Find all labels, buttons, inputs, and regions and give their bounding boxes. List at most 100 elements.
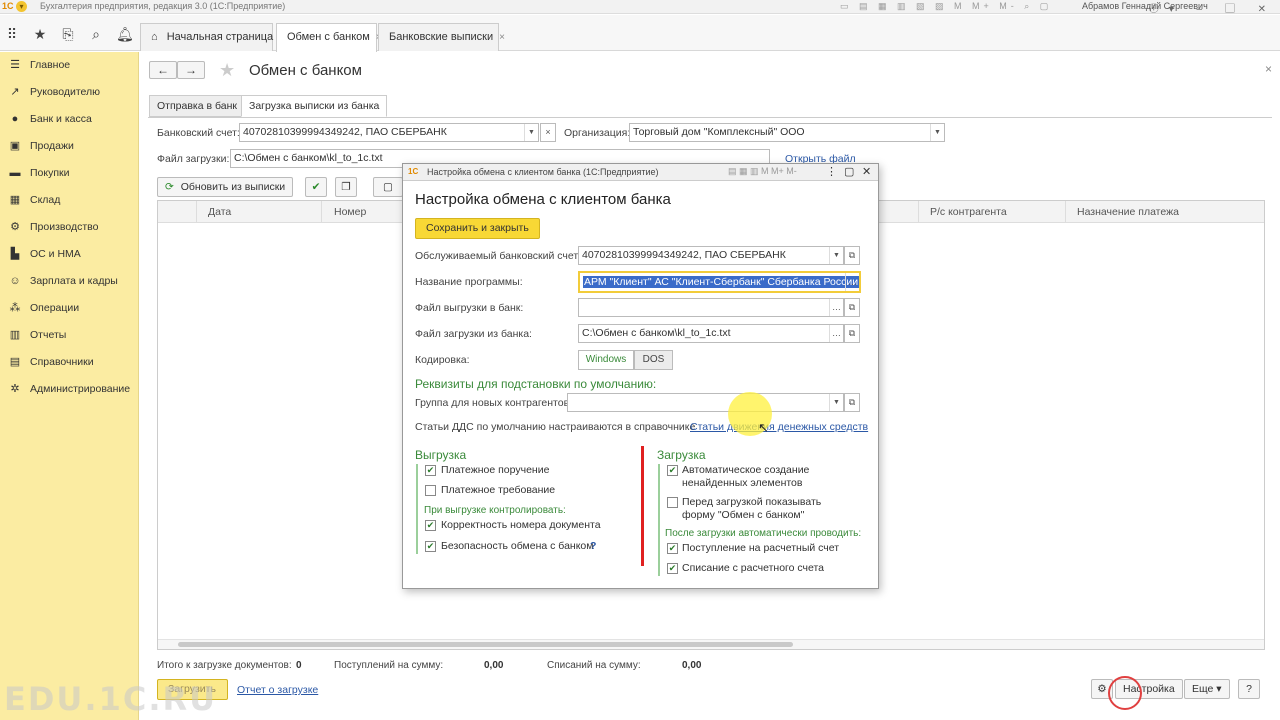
save-close-button[interactable]: Сохранить и закрыть bbox=[415, 218, 540, 239]
sidebar-item-label: Руководителю bbox=[30, 86, 101, 98]
open-icon[interactable]: ⧉ bbox=[844, 324, 860, 343]
sidebar-item-reports[interactable]: ▥ Отчеты bbox=[8, 326, 67, 344]
total-docs-label: Итого к загрузке документов: bbox=[157, 660, 292, 671]
checkbox-exchange-security[interactable]: ✔ bbox=[425, 541, 436, 552]
ellipsis-icon[interactable]: … bbox=[829, 299, 843, 316]
column-purpose[interactable]: Назначение платежа bbox=[1077, 206, 1179, 218]
organization-field[interactable]: Торговый дом "Комплексный" ООО ▼ bbox=[629, 123, 945, 142]
refresh-from-statement-button[interactable]: ⟳ Обновить из выписки bbox=[157, 177, 294, 197]
window-titlebar: 1С ▾ Бухгалтерия предприятия, редакция 3… bbox=[0, 0, 1280, 15]
search-icon[interactable]: ⌕ bbox=[88, 26, 104, 42]
more-button[interactable]: Еще ▾ bbox=[1184, 679, 1230, 699]
column-number[interactable]: Номер bbox=[334, 206, 366, 218]
dialog-toolbar-icons[interactable]: ▤ ▦ ▥ M M+ M- bbox=[728, 166, 797, 177]
close-icon[interactable]: × bbox=[499, 32, 505, 43]
sidebar-item-warehouse[interactable]: ▦ Склад bbox=[8, 191, 61, 209]
served-account-value: 40702810399994349242, ПАО СБЕРБАНК bbox=[582, 249, 786, 261]
partial-button[interactable]: ▢ bbox=[373, 177, 403, 197]
sidebar-item-main[interactable]: ☰ Главное bbox=[8, 56, 70, 74]
horizontal-scrollbar[interactable] bbox=[158, 639, 1264, 649]
main-menu-dropdown-icon[interactable]: ▾ bbox=[16, 1, 27, 12]
column-divider bbox=[918, 201, 919, 223]
clear-icon[interactable]: × bbox=[540, 123, 556, 142]
dropdown-arrow-icon[interactable]: ▼ bbox=[829, 247, 843, 264]
menu-icon: ☰ bbox=[10, 59, 20, 71]
import-file-field[interactable]: C:\Обмен с банком\kl_to_1c.txt … bbox=[578, 324, 844, 343]
sidebar-item-salary[interactable]: ☺ Зарплата и кадры bbox=[8, 272, 117, 290]
refresh-button-label: Обновить из выписки bbox=[180, 181, 286, 193]
export-file-label: Файл выгрузки в банк: bbox=[415, 302, 524, 314]
sidebar-item-manager[interactable]: ↗ Руководителю bbox=[8, 83, 100, 101]
dds-link[interactable]: Статьи движения денежных средств bbox=[690, 421, 868, 433]
dropdown-arrow-icon[interactable]: ▼ bbox=[930, 124, 944, 141]
checkbox-auto-create[interactable]: ✔ bbox=[667, 465, 678, 476]
income-value: 0,00 bbox=[484, 660, 504, 671]
total-docs-value: 0 bbox=[296, 660, 302, 671]
open-icon[interactable]: ⧉ bbox=[844, 246, 860, 265]
checkbox-doc-number-check[interactable]: ✔ bbox=[425, 520, 436, 531]
sidebar-item-sales[interactable]: ▣ Продажи bbox=[8, 137, 74, 155]
checkbox-auto-writeoff[interactable]: ✔ bbox=[667, 563, 678, 574]
load-report-link[interactable]: Отчет о загрузке bbox=[237, 684, 318, 696]
titlebar-toolbar-icons[interactable]: ▭ ▤ ▦ ▥ ▧ ▨ M M+ M- ⌕ ▢ bbox=[840, 1, 1052, 12]
help-question-icon[interactable]: ? bbox=[590, 540, 596, 552]
tab-home[interactable]: ⌂ Начальная страница bbox=[140, 23, 273, 51]
dialog-more-icon[interactable]: ⋮ bbox=[826, 165, 837, 178]
sidebar-item-references[interactable]: ▤ Справочники bbox=[8, 353, 94, 371]
annotation-red-line bbox=[641, 446, 644, 566]
program-field[interactable]: АРМ "Клиент" АС "Клиент-Сбербанк" Сберба… bbox=[578, 271, 861, 293]
sidebar-item-label: Банк и касса bbox=[30, 113, 92, 125]
bank-account-field[interactable]: 40702810399994349242, ПАО СБЕРБАНК ▼ bbox=[239, 123, 539, 142]
check-all-button[interactable]: ✔ bbox=[305, 177, 327, 197]
apps-grid-icon[interactable]: ⠿ bbox=[4, 26, 20, 42]
subtab-load-statement[interactable]: Загрузка выписки из банка bbox=[241, 95, 388, 117]
sidebar-item-assets[interactable]: ▙ ОС и НМА bbox=[8, 245, 81, 263]
open-icon[interactable]: ⧉ bbox=[844, 298, 860, 317]
sidebar-item-bank[interactable]: ● Банк и касса bbox=[8, 110, 92, 128]
auto-create-label-2: ненайденных элементов bbox=[682, 477, 803, 489]
dropdown-arrow-icon[interactable]: ▼ bbox=[829, 394, 843, 411]
close-form-icon[interactable]: × bbox=[1265, 62, 1272, 76]
back-button[interactable]: ← bbox=[149, 61, 177, 79]
subtab-send[interactable]: Отправка в банк bbox=[149, 95, 246, 117]
sidebar-item-label: Операции bbox=[30, 302, 80, 314]
dialog-maximize-icon[interactable]: ▢ bbox=[844, 165, 854, 178]
tab-bank-statements[interactable]: Банковские выписки × bbox=[378, 23, 505, 51]
sidebar-item-label: Склад bbox=[30, 194, 61, 206]
favorite-star-icon[interactable]: ★ bbox=[219, 60, 235, 81]
sidebar-item-admin[interactable]: ✲ Администрирование bbox=[8, 380, 130, 398]
favorites-star-icon[interactable]: ★ bbox=[32, 26, 48, 42]
dialog-close-icon[interactable]: ✕ bbox=[862, 165, 871, 178]
scrollbar-thumb[interactable] bbox=[178, 642, 793, 647]
more-button-label: Еще bbox=[1192, 683, 1214, 695]
served-account-field[interactable]: 40702810399994349242, ПАО СБЕРБАНК ▼ bbox=[578, 246, 844, 265]
bell-icon[interactable]: 🔔︎ bbox=[116, 26, 134, 42]
bank-account-label: Банковский счет: bbox=[157, 127, 240, 139]
program-value: АРМ "Клиент" АС "Клиент-Сбербанк" Сберба… bbox=[583, 276, 859, 288]
sidebar-item-purchases[interactable]: ▬ Покупки bbox=[8, 164, 70, 182]
sidebar-item-operations[interactable]: ⁂ Операции bbox=[8, 299, 80, 317]
window-controls[interactable]: ⓘ▾ ‒ ▢ ✕ bbox=[1149, 0, 1276, 15]
auto-writeoff-label: Списание с расчетного счета bbox=[682, 562, 825, 574]
checkbox-auto-receipt[interactable]: ✔ bbox=[667, 543, 678, 554]
tab-bank-exchange[interactable]: Обмен с банком× bbox=[276, 23, 382, 52]
column-date[interactable]: Дата bbox=[208, 206, 231, 218]
encoding-windows-option[interactable]: Windows bbox=[578, 350, 634, 370]
export-file-field[interactable]: … bbox=[578, 298, 844, 317]
checkbox-show-form[interactable] bbox=[667, 497, 678, 508]
history-icon[interactable]: ⎘ bbox=[60, 26, 76, 42]
checkbox-payment-order[interactable]: ✔ bbox=[425, 465, 436, 476]
group-field[interactable]: ▼ bbox=[567, 393, 844, 412]
ellipsis-icon[interactable]: … bbox=[845, 273, 859, 291]
copy-button[interactable]: ❐ bbox=[335, 177, 357, 197]
dropdown-arrow-icon[interactable]: ▼ bbox=[524, 124, 538, 141]
help-button[interactable]: ? bbox=[1238, 679, 1260, 699]
open-icon[interactable]: ⧉ bbox=[844, 393, 860, 412]
checkbox-payment-request[interactable] bbox=[425, 485, 436, 496]
column-account[interactable]: Р/с контрагента bbox=[930, 206, 1007, 218]
encoding-dos-option[interactable]: DOS bbox=[634, 350, 673, 370]
forward-button[interactable]: → bbox=[177, 61, 205, 79]
ellipsis-icon[interactable]: … bbox=[829, 325, 843, 342]
settings-icon: ✲ bbox=[10, 383, 20, 395]
sidebar-item-production[interactable]: ⚙ Производство bbox=[8, 218, 98, 236]
